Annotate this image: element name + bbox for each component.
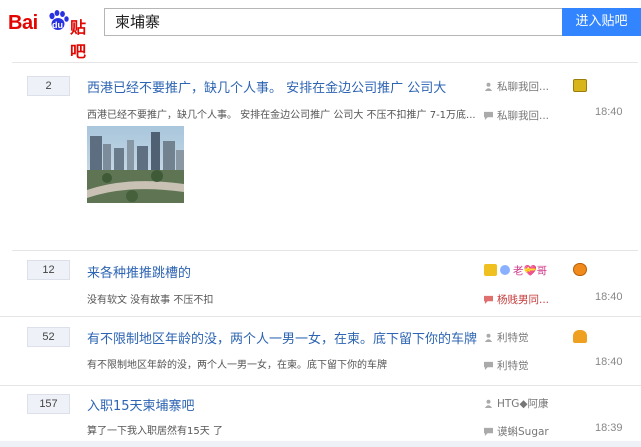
reply-time: 18:40 <box>595 106 623 118</box>
thread-author[interactable]: HTG◆阿康 <box>484 396 549 411</box>
thread-image[interactable] <box>87 126 184 203</box>
author-name: 老💝哥 <box>513 265 548 277</box>
thread-author[interactable]: 私聊我回... <box>484 79 549 94</box>
last-reply-name: 杨贱男同... <box>497 294 550 306</box>
reply-icon <box>484 427 493 436</box>
vip-crown-icon <box>484 264 497 276</box>
reply-icon <box>484 111 493 120</box>
forum-badge-icon <box>573 263 587 276</box>
baidu-tieba-logo[interactable]: Bai du 贴吧 <box>8 6 100 61</box>
last-reply-user[interactable]: 利特觉 <box>484 358 529 373</box>
thread-row: 157 入职15天柬埔寨吧 算了一下我入职居然有15天 了 HTG◆阿康 谟蝌S… <box>0 386 641 447</box>
thread-excerpt: 没有软文 没有故事 不压不扣 <box>87 295 214 306</box>
logo-du-text: du <box>52 20 63 30</box>
thread-title[interactable]: 来各种推推跳槽的 <box>87 262 191 281</box>
enter-tieba-button[interactable]: 进入贴吧 <box>562 8 641 36</box>
thread-title[interactable]: 西港已经不要推广，缺几个人事。 安排在金边公司推广 公司大 <box>87 77 446 96</box>
reply-count: 157 <box>27 394 70 414</box>
reply-count: 52 <box>27 327 70 347</box>
thread-excerpt: 西港已经不要推广，缺几个人事。 安排在金边公司推广 公司大 不压不扣推广 7-1… <box>87 110 476 121</box>
forum-badge-icon <box>573 330 587 343</box>
thread-title[interactable]: 入职15天柬埔寨吧 <box>87 395 195 414</box>
author-icon <box>484 82 493 91</box>
bottom-bar <box>0 441 641 447</box>
logo-bai-text: Bai <box>8 12 38 34</box>
city-skyline-image <box>87 126 184 203</box>
author-name: 利特觉 <box>497 332 529 344</box>
reply-icon <box>484 361 493 370</box>
reply-time: 18:39 <box>595 422 623 434</box>
thread-author[interactable]: 利特觉 <box>484 330 529 345</box>
last-reply-name: 利特觉 <box>497 360 529 372</box>
author-icon <box>484 399 493 408</box>
author-name: 私聊我回... <box>497 81 550 93</box>
last-reply-name: 私聊我回... <box>497 110 550 122</box>
last-reply-name: 谟蝌Sugar <box>497 426 549 438</box>
thread-row: 12 来各种推推跳槽的 没有软文 没有故事 不压不扣 老💝哥 杨贱男同... 1… <box>0 251 641 317</box>
author-name: HTG◆阿康 <box>497 398 549 410</box>
level-icon <box>500 265 510 275</box>
thread-row: 52 有不限制地区年龄的没，两个人一男一女，在柬。底下留下你的车牌 有不限制地区… <box>0 317 641 386</box>
thread-excerpt: 算了一下我入职居然有15天 了 <box>87 426 223 437</box>
reply-time: 18:40 <box>595 356 623 368</box>
thread-author[interactable]: 老💝哥 <box>484 263 547 278</box>
author-icon <box>484 333 493 342</box>
thread-title[interactable]: 有不限制地区年龄的没，两个人一男一女，在柬。底下留下你的车牌 <box>87 328 477 347</box>
reply-time: 18:40 <box>595 291 623 303</box>
search-input[interactable]: 柬埔寨 <box>104 8 562 36</box>
last-reply-user[interactable]: 私聊我回... <box>484 108 549 123</box>
logo-tieba-text: 贴吧 <box>70 18 87 61</box>
forum-badge-icon <box>573 79 587 92</box>
header: Bai du 贴吧 柬埔寨 进入贴吧 <box>0 0 641 61</box>
thread-excerpt: 有不限制地区年龄的没，两个人一男一女，在柬。底下留下你的车牌 <box>87 360 387 371</box>
last-reply-user[interactable]: 杨贱男同... <box>484 292 549 307</box>
reply-icon <box>484 295 493 304</box>
reply-count: 12 <box>27 260 70 280</box>
last-reply-user[interactable]: 谟蝌Sugar <box>484 424 549 439</box>
reply-count: 2 <box>27 76 70 96</box>
